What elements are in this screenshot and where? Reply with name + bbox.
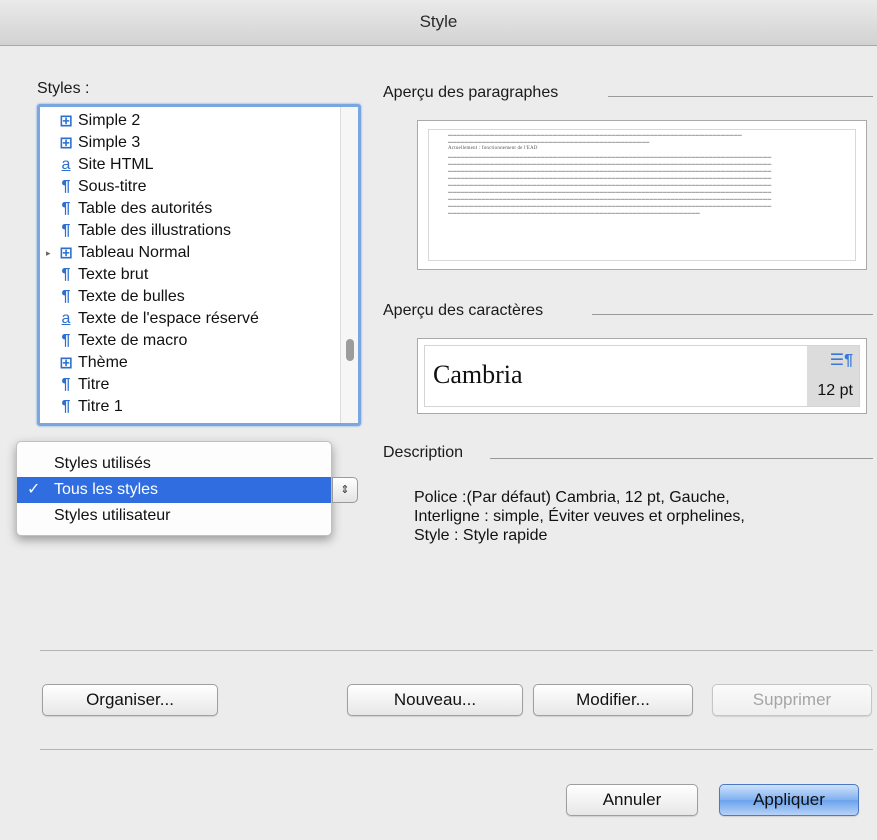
- window-title: Style: [419, 12, 458, 31]
- preview-placeholder-line: ▬▬▬▬▬▬▬▬▬▬▬▬▬▬▬▬▬▬▬▬▬▬▬▬▬▬▬▬▬▬▬▬▬▬▬▬▬▬▬▬…: [448, 139, 650, 144]
- table-icon: ⊞: [59, 355, 73, 372]
- checkmark-icon: ✓: [27, 481, 41, 498]
- description-label: Description: [383, 444, 464, 461]
- organize-button[interactable]: Organiser...: [42, 684, 218, 716]
- description-line: Interligne : simple, Éviter veuves et or…: [414, 508, 745, 525]
- preview-current-text: Actuellement : fonctionnement de l'EAD: [448, 146, 538, 151]
- style-list-item[interactable]: ▸ ⊞ Tableau Normal: [40, 242, 340, 264]
- table-icon: ⊞: [59, 135, 73, 152]
- menu-item-label: Styles utilisateur: [54, 507, 171, 524]
- character-preview: Cambria ☰¶ 12 pt: [417, 338, 867, 414]
- paragraph-icon: ¶: [61, 178, 71, 195]
- paragraph-icon: ¶: [61, 266, 71, 283]
- description-line: Style : Style rapide: [414, 527, 548, 544]
- style-filter-menu[interactable]: Styles utilisés ✓ Tous les styles Styles…: [16, 441, 332, 536]
- align-left-paragraph-icon: ☰¶: [829, 352, 853, 369]
- style-list-item[interactable]: ¶ Texte brut: [40, 264, 340, 286]
- preview-placeholder-line: ▬▬▬▬▬▬▬▬▬▬▬▬▬▬▬▬▬▬▬▬▬▬▬▬▬▬▬▬▬▬▬▬▬▬▬▬▬▬▬▬…: [448, 203, 772, 208]
- paragraph-icon: ¶: [61, 398, 71, 415]
- menu-item-all-styles[interactable]: ✓ Tous les styles: [17, 477, 331, 503]
- separator: [40, 749, 873, 750]
- preview-placeholder-line: ▬▬▬▬▬▬▬▬▬▬▬▬▬▬▬▬▬▬▬▬▬▬▬▬▬▬▬▬▬▬▬▬▬▬▬▬▬▬▬▬…: [448, 189, 772, 194]
- paragraph-icon: ¶: [61, 288, 71, 305]
- style-list-item-label: Sous-titre: [78, 178, 147, 195]
- character-preview-inner: Cambria ☰¶ 12 pt: [424, 345, 860, 407]
- style-list-item-label: Titre 1: [78, 398, 123, 415]
- character-style-icon: a: [61, 156, 71, 173]
- preview-placeholder-line: ▬▬▬▬▬▬▬▬▬▬▬▬▬▬▬▬▬▬▬▬▬▬▬▬▬▬▬▬▬▬▬▬▬▬▬▬▬▬▬▬…: [448, 175, 772, 180]
- style-list-item-label: Simple 2: [78, 112, 141, 129]
- paragraph-icon: ¶: [61, 332, 71, 349]
- style-list-item[interactable]: ¶ Texte de macro: [40, 330, 340, 352]
- style-list-item[interactable]: ¶ Texte de bulles: [40, 286, 340, 308]
- new-button[interactable]: Nouveau...: [347, 684, 523, 716]
- group-divider: [608, 96, 873, 97]
- preview-placeholder-line: ▬▬▬▬▬▬▬▬▬▬▬▬▬▬▬▬▬▬▬▬▬▬▬▬▬▬▬▬▬▬▬▬▬▬▬▬▬▬▬▬…: [448, 168, 772, 173]
- group-divider: [592, 314, 873, 315]
- table-icon: ⊞: [59, 245, 73, 262]
- font-sample: Cambria: [433, 360, 523, 389]
- disclosure-triangle-icon[interactable]: ▸: [46, 248, 58, 259]
- menu-item-styles-used[interactable]: Styles utilisés: [17, 451, 331, 477]
- paragraph-preview: ▬▬▬▬▬▬▬▬▬▬▬▬▬▬▬▬▬▬▬▬▬▬▬▬▬▬▬▬▬▬▬▬▬▬▬▬▬▬▬▬…: [417, 120, 867, 270]
- scroll-thumb[interactable]: [346, 339, 354, 361]
- preview-placeholder-line: ▬▬▬▬▬▬▬▬▬▬▬▬▬▬▬▬▬▬▬▬▬▬▬▬▬▬▬▬▬▬▬▬▬▬▬▬▬▬▬▬…: [448, 182, 772, 187]
- table-icon: ⊞: [59, 113, 73, 130]
- style-list-item-label: Simple 3: [78, 134, 141, 151]
- style-list-item[interactable]: a Texte de l'espace réservé: [40, 308, 340, 330]
- apply-button[interactable]: Appliquer: [719, 784, 859, 816]
- font-size-value: 12 pt: [817, 382, 853, 399]
- menu-item-label: Tous les styles: [54, 481, 159, 498]
- menu-item-label: Styles utilisés: [54, 455, 151, 472]
- character-preview-sidebar: ☰¶ 12 pt: [807, 346, 859, 406]
- style-list-item[interactable]: ¶ Table des illustrations: [40, 220, 340, 242]
- delete-button[interactable]: Supprimer: [712, 684, 872, 716]
- style-list-item[interactable]: ⊞ Simple 3: [40, 132, 340, 154]
- preview-placeholder-line: ▬▬▬▬▬▬▬▬▬▬▬▬▬▬▬▬▬▬▬▬▬▬▬▬▬▬▬▬▬▬▬▬▬▬▬▬▬▬▬▬…: [448, 196, 772, 201]
- title-bar: Style: [0, 0, 877, 46]
- style-list-item-label: Texte de l'espace réservé: [78, 310, 259, 327]
- style-list-item-label: Texte brut: [78, 266, 149, 283]
- style-list-item[interactable]: ¶ Titre 1: [40, 396, 340, 418]
- styles-list-scrollbar[interactable]: [340, 107, 358, 423]
- style-list-item-label: Titre: [78, 376, 110, 393]
- style-list-item[interactable]: ¶ Titre: [40, 374, 340, 396]
- modify-button[interactable]: Modifier...: [533, 684, 693, 716]
- style-list-item[interactable]: a Site HTML: [40, 154, 340, 176]
- preview-placeholder-line: ▬▬▬▬▬▬▬▬▬▬▬▬▬▬▬▬▬▬▬▬▬▬▬▬▬▬▬▬▬▬▬▬▬▬▬▬▬▬▬▬…: [448, 132, 742, 137]
- preview-placeholder-line: ▬▬▬▬▬▬▬▬▬▬▬▬▬▬▬▬▬▬▬▬▬▬▬▬▬▬▬▬▬▬▬▬▬▬▬▬▬▬▬▬…: [448, 161, 772, 166]
- popup-stepper-icon[interactable]: ⇕: [332, 477, 358, 503]
- character-preview-label: Aperçu des caractères: [383, 302, 544, 319]
- styles-label: Styles :: [37, 80, 90, 97]
- menu-item-user-styles[interactable]: Styles utilisateur: [17, 503, 331, 529]
- style-list-item-label: Texte de bulles: [78, 288, 185, 305]
- paragraph-preview-label: Aperçu des paragraphes: [383, 84, 559, 101]
- description-line: Police :(Par défaut) Cambria, 12 pt, Gau…: [414, 489, 730, 506]
- separator: [40, 650, 873, 651]
- style-list-item-label: Tableau Normal: [78, 244, 191, 261]
- style-list-item-label: Table des autorités: [78, 200, 213, 217]
- style-list-item[interactable]: ⊞ Simple 2: [40, 110, 340, 132]
- paragraph-icon: ¶: [61, 200, 71, 217]
- paragraph-icon: ¶: [61, 376, 71, 393]
- paragraph-icon: ¶: [61, 222, 71, 239]
- style-list-item[interactable]: ¶ Sous-titre: [40, 176, 340, 198]
- style-list-item[interactable]: ⊞ Thème: [40, 352, 340, 374]
- style-list-item[interactable]: ¶ Table des autorités: [40, 198, 340, 220]
- description-text: Police :(Par défaut) Cambria, 12 pt, Gau…: [414, 488, 864, 545]
- cancel-button[interactable]: Annuler: [566, 784, 698, 816]
- style-list-item-label: Texte de macro: [78, 332, 188, 349]
- style-list-item-label: Site HTML: [78, 156, 154, 173]
- styles-list[interactable]: ⊞ Simple 2 ⊞ Simple 3 a Site HTML ¶ Sous-titre ¶…: [37, 104, 361, 426]
- preview-placeholder-line: ▬▬▬▬▬▬▬▬▬▬▬▬▬▬▬▬▬▬▬▬▬▬▬▬▬▬▬▬▬▬▬▬▬▬▬▬▬▬▬▬…: [448, 210, 700, 215]
- preview-placeholder-line: ▬▬▬▬▬▬▬▬▬▬▬▬▬▬▬▬▬▬▬▬▬▬▬▬▬▬▬▬▬▬▬▬▬▬▬▬▬▬▬▬…: [448, 154, 772, 159]
- group-divider: [490, 458, 873, 459]
- styles-list-items: ⊞ Simple 2 ⊞ Simple 3 a Site HTML ¶ Sous-titre ¶…: [40, 110, 340, 418]
- character-style-icon: a: [61, 310, 71, 327]
- style-list-item-label: Table des illustrations: [78, 222, 231, 239]
- style-list-item-label: Thème: [78, 354, 128, 371]
